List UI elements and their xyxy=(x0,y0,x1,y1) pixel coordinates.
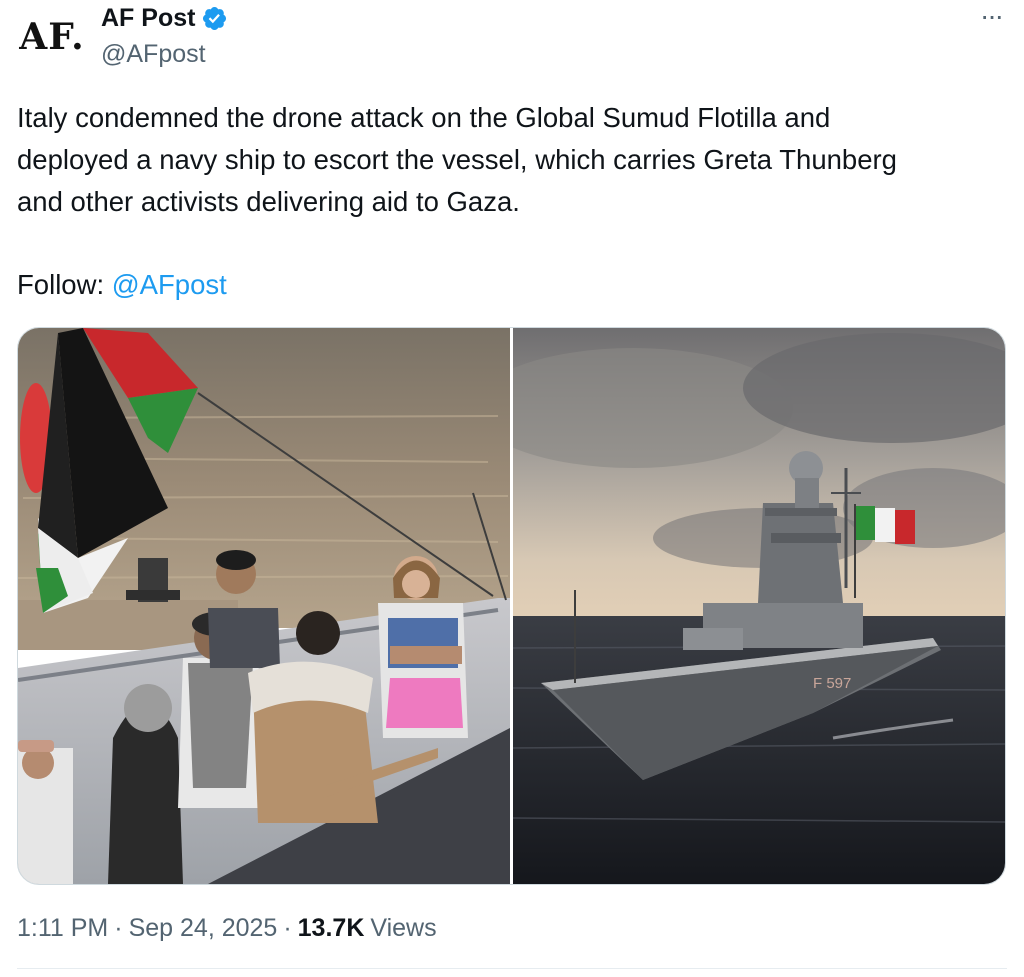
follow-mention-link[interactable]: @AFpost xyxy=(112,269,227,300)
author-display-name[interactable]: AF Post xyxy=(101,4,195,33)
tweet-text: Italy condemned the drone attack on the … xyxy=(17,97,1007,223)
divider xyxy=(17,968,1007,969)
verified-badge-icon[interactable] xyxy=(201,5,228,32)
hull-marking-text: F 597 xyxy=(813,675,851,692)
media-photo-navy-ship[interactable]: F 597 xyxy=(513,328,1005,884)
media-grid: F 597 xyxy=(17,327,1006,885)
views-count: 13.7K xyxy=(297,914,365,942)
tweet-text-line: deployed a navy ship to escort the vesse… xyxy=(17,144,897,175)
more-options-icon[interactable]: ··· xyxy=(980,2,1004,30)
meta-separator: · xyxy=(114,914,123,942)
tweet-text-line: Italy condemned the drone attack on the … xyxy=(17,102,831,133)
views-label: Views xyxy=(370,914,437,942)
meta-separator: · xyxy=(283,914,292,942)
author-name-row: AF Post xyxy=(101,4,228,33)
media-photo-activists[interactable] xyxy=(18,328,510,884)
tweet-time[interactable]: 1:11 PM xyxy=(17,914,108,943)
tweet-date[interactable]: Sep 24, 2025 xyxy=(129,914,278,943)
tweet[interactable]: AF. AF Post @AFpost ··· Italy condemned … xyxy=(0,0,1024,977)
tweet-text-line: and other activists delivering aid to Ga… xyxy=(17,186,520,217)
tweet-meta: 1:11 PM · Sep 24, 2025 · 13.7K Views xyxy=(17,914,437,943)
follow-line: Follow: @AFpost xyxy=(17,264,227,306)
avatar-logo-text: AF. xyxy=(19,16,85,58)
follow-prefix: Follow: xyxy=(17,269,112,300)
author-handle[interactable]: @AFpost xyxy=(101,40,206,69)
avatar[interactable]: AF. xyxy=(14,6,90,68)
